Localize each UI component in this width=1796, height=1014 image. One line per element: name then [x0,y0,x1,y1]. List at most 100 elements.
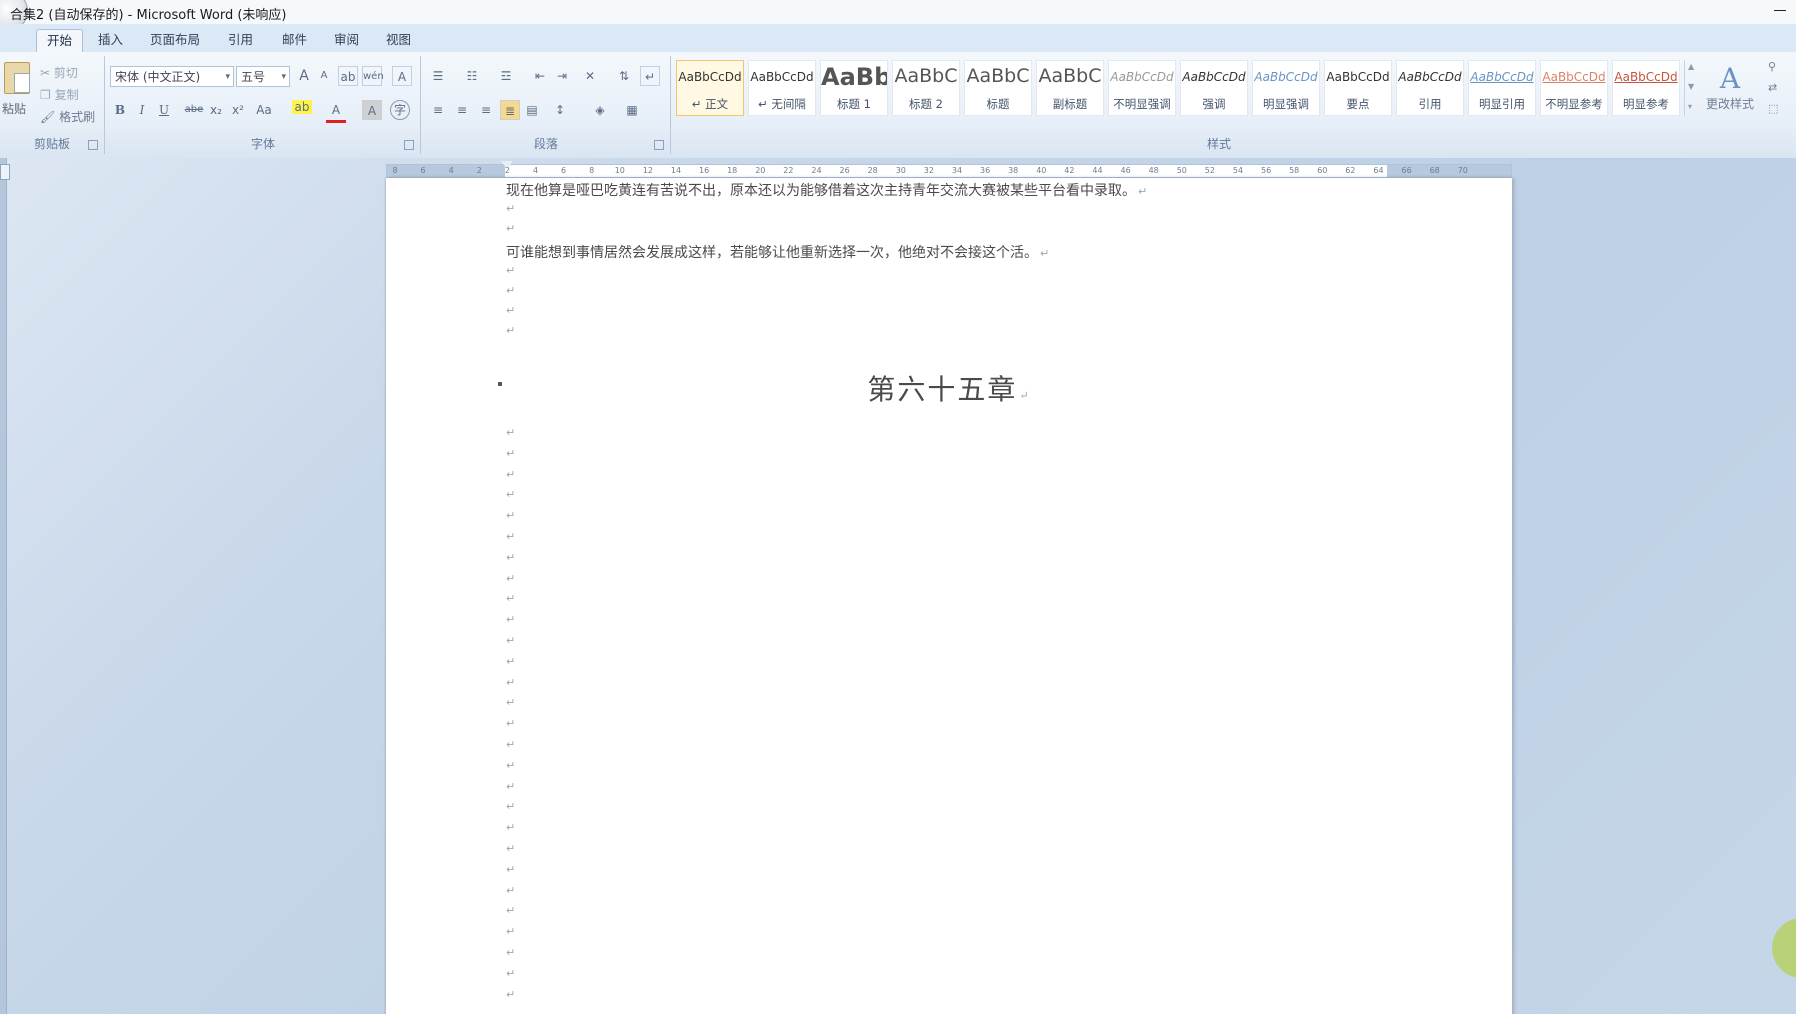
chevron-down-icon[interactable]: ▾ [225,67,230,88]
chevron-down-icon[interactable]: ▾ [281,67,286,88]
underline-button[interactable]: U [154,100,174,120]
horizontal-ruler[interactable]: 8 6 4 2 2 4 6 8 10 12 14 16 18 20 22 24 26 28 30 32 34 36 38 40… [386,161,1512,178]
align-center-icon[interactable]: ≡ [452,100,472,120]
bold-button[interactable]: B [110,100,130,120]
style-subtle-emphasis[interactable]: AaBbCcDd 不明显强调 [1108,60,1176,116]
paragraph-launcher[interactable] [654,140,664,150]
style-subtle-reference[interactable]: AaBbCcDd 不明显参考 [1540,60,1608,116]
chapter-heading[interactable]: 第六十五章 ↵ [386,368,1512,408]
empty-paragraph-mark: ↵ [506,613,516,627]
italic-button[interactable]: I [132,100,152,120]
style-subtitle[interactable]: AaBbC 副标题 [1036,60,1104,116]
minimize-button[interactable] [1770,0,1790,16]
paragraph-1[interactable]: 现在他算是哑巴吃黄连有苦说不出，原本还以为能够借着这次主持青年交流大赛被某些平台… [506,180,1147,200]
style-intense-reference[interactable]: AaBbCcDd 明显参考 [1612,60,1680,116]
highlight-button[interactable]: ab [292,100,312,114]
gallery-scrollbar[interactable]: ▲ ▼ ▾ [1684,60,1699,116]
copy-button[interactable]: ❐ 复制 [40,86,79,103]
empty-paragraph-mark: ↵ [506,800,516,814]
empty-paragraph-mark: ↵ [506,467,516,481]
document-page[interactable]: 现在他算是哑巴吃黄连有苦说不出，原本还以为能够借着这次主持青年交流大赛被某些平台… [386,178,1512,1014]
styles-group-label: 样式 [1206,137,1231,151]
distributed-icon[interactable]: ▤ [522,100,542,120]
ruler-tick-label: 48 [1148,166,1159,175]
font-color-button[interactable]: A [326,100,346,123]
empty-paragraph-mark: ↵ [506,696,516,710]
strikethrough-button[interactable]: abe [184,100,204,120]
editing-group-partial[interactable]: ⚲ ⇄ ⬚ [1768,60,1796,120]
decrease-indent-icon[interactable]: ⇤ [530,66,550,86]
grow-font-button[interactable]: A [294,66,314,86]
ruler-tick-label: 40 [1036,166,1047,175]
chinese-layout-icon[interactable]: ✕ [580,66,600,86]
style-intense-quote[interactable]: AaBbCcDd 明显引用 [1468,60,1536,116]
empty-paragraph-mark: ↵ [506,842,516,855]
style-emphasis[interactable]: AaBbCcDd 强调 [1180,60,1248,116]
font-name-combo[interactable]: 宋体 (中文正文) ▾ [110,66,234,87]
clear-format-button[interactable]: ab [338,66,358,86]
increase-indent-icon[interactable]: ⇥ [552,66,572,86]
empty-paragraph-mark: ↵ [506,779,516,793]
replace-icon[interactable]: ⇄ [1768,81,1796,94]
tab-view[interactable]: 视图 [376,29,421,51]
clipboard-launcher[interactable] [88,140,98,150]
style-no-spacing[interactable]: AaBbCcDd ↵ 无间隔 [748,60,816,116]
floating-widget[interactable] [1772,918,1796,978]
tab-references[interactable]: 引用 [218,29,263,51]
style-heading-2[interactable]: AaBbC 标题 2 [892,60,960,116]
style-heading-1[interactable]: AaBb 标题 1 [820,60,888,116]
find-icon[interactable]: ⚲ [1768,60,1796,73]
align-left-icon[interactable]: ≡ [428,100,448,120]
ruler-tick-label: 32 [923,166,934,175]
style-title[interactable]: AaBbC 标题 [964,60,1032,116]
empty-paragraph-mark: ↵ [506,904,516,918]
empty-paragraph-mark: ↵ [506,738,516,751]
paragraph-2[interactable]: 可谁能想到事情居然会发展成这样，若能够让他重新选择一次，他绝对不会接这个活。 ↵ [506,242,1049,262]
phonetic-guide-button[interactable]: wén [362,66,384,86]
borders-icon[interactable]: ▦ [622,100,642,120]
more-styles-icon[interactable]: ▾ [1688,102,1692,111]
tab-mailings[interactable]: 邮件 [272,29,317,51]
align-right-icon[interactable]: ≡ [476,100,496,120]
justify-icon[interactable]: ≣ [500,100,520,120]
style-normal[interactable]: AaBbCcDd ↵ 正文 [676,60,744,116]
font-launcher[interactable] [404,140,414,150]
tab-selector[interactable] [0,164,10,180]
style-quote[interactable]: AaBbCcDd 引用 [1396,60,1464,116]
cut-button[interactable]: ✂ 剪切 [40,64,78,81]
format-painter-button[interactable]: 🖌 格式刷 [40,108,95,125]
style-intense-emphasis[interactable]: AaBbCcDd 明显强调 [1252,60,1320,116]
subscript-button[interactable]: x₂ [206,100,226,120]
empty-paragraph-mark: ↵ [506,987,516,1001]
numbering-icon[interactable]: ☷ [462,66,482,86]
shrink-font-button[interactable]: A [314,66,334,86]
empty-paragraph-mark: ↵ [506,222,516,235]
ruler-tick-label: 24 [811,166,822,175]
change-styles-button[interactable]: A 更改样式 [1706,62,1754,112]
tab-review[interactable]: 审阅 [324,29,369,51]
superscript-button[interactable]: x² [228,100,248,120]
enclose-char-button[interactable]: 字 [390,100,410,120]
line-spacing-icon[interactable]: ↕ [550,100,570,120]
paste-button[interactable]: 粘贴 [2,100,26,117]
chevron-down-icon[interactable]: ▼ [1688,82,1694,91]
select-icon[interactable]: ⬚ [1768,102,1796,115]
tab-insert[interactable]: 插入 [88,29,133,51]
bullets-icon[interactable]: ☰ [428,66,448,86]
sort-icon[interactable]: ⇅ [614,66,634,86]
shading-icon[interactable]: ◈ [590,100,610,120]
tab-page-layout[interactable]: 页面布局 [140,29,210,51]
multilevel-list-icon[interactable]: ☲ [496,66,516,86]
char-shading-button[interactable]: A [362,100,382,120]
chevron-up-icon[interactable]: ▲ [1688,62,1694,71]
ruler-tick-label: 60 [1317,166,1328,175]
show-marks-icon[interactable]: ↵ [640,66,660,86]
font-size-combo[interactable]: 五号 ▾ [236,66,290,87]
style-strong[interactable]: AaBbCcDd 要点 [1324,60,1392,116]
paste-icon[interactable] [4,62,30,94]
char-border-button[interactable]: A [392,66,412,86]
change-case-button[interactable]: Aa [254,100,274,120]
empty-paragraph-mark: ↵ [506,634,516,647]
scissors-icon: ✂ [40,66,51,80]
tab-home[interactable]: 开始 [36,29,84,52]
